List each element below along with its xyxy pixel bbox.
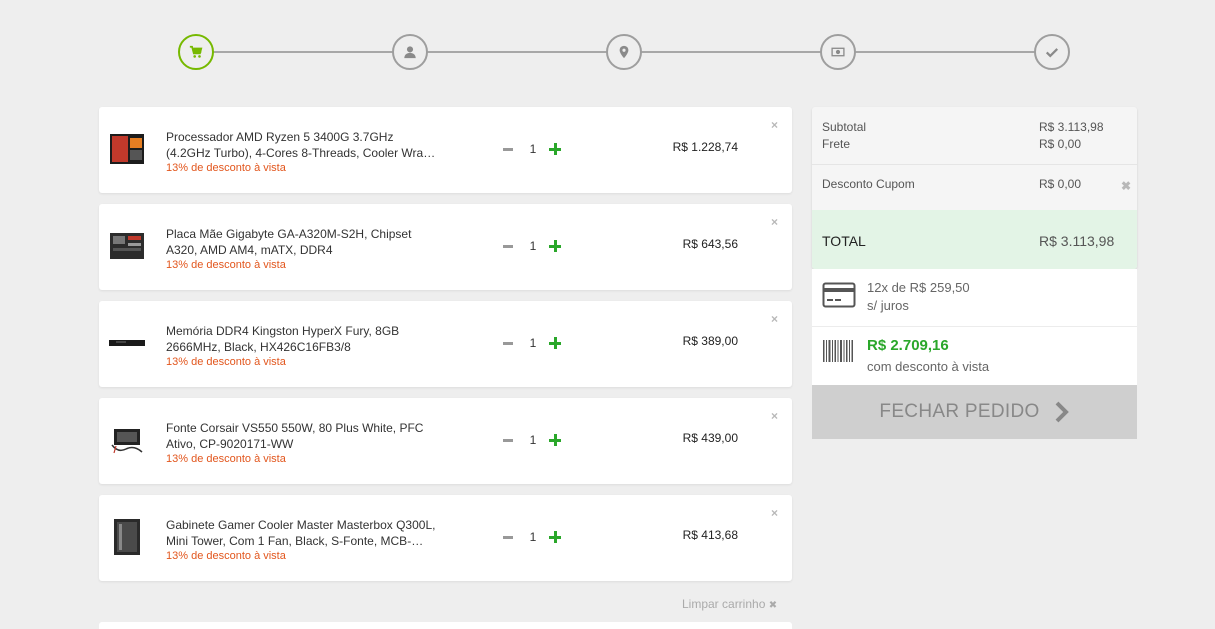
cart-icon [189,45,203,58]
quantity-stepper: 1 [503,139,563,159]
clear-cart-link[interactable]: Limpar carrinho ✖ [682,597,777,611]
remove-item-button[interactable]: × [771,506,778,520]
summary-coupon-section: Desconto Cupom R$ 0,00 ✖ [812,165,1137,210]
installments-value: 12x de R$ 259,50 [867,280,970,295]
decrease-quantity-button[interactable] [503,535,513,539]
item-price: R$ 439,00 [682,431,738,445]
increase-quantity-button[interactable] [549,240,561,252]
cart-item: Memória DDR4 Kingston HyperX Fury, 8GB 2… [99,301,792,387]
cart-list: Processador AMD Ryzen 5 3400G 3.7GHz (4.… [99,107,792,592]
check-icon [1045,48,1059,58]
money-icon [831,47,845,57]
increase-quantity-button[interactable] [549,434,561,446]
remove-item-button[interactable]: × [771,409,778,423]
product-image[interactable] [108,518,146,556]
quantity-stepper: 1 [503,333,563,353]
cart-item: Processador AMD Ryzen 5 3400G 3.7GHz (4.… [99,107,792,193]
cart-item: Gabinete Gamer Cooler Master Masterbox Q… [99,495,792,581]
decrease-quantity-button[interactable] [503,147,513,151]
decrease-quantity-button[interactable] [503,438,513,442]
total-label: TOTAL [822,233,866,249]
increase-quantity-button[interactable] [549,531,561,543]
product-image[interactable] [108,421,146,459]
discount-label: 13% de desconto à vista [166,453,286,465]
product-name[interactable]: Processador AMD Ryzen 5 3400G 3.7GHz (4.… [166,129,436,161]
chevron-right-icon [1055,401,1069,423]
checkout-label: FECHAR PEDIDO [879,401,1040,422]
increase-quantity-button[interactable] [549,337,561,349]
quantity-stepper: 1 [503,236,563,256]
shipping-label: Frete [822,137,851,151]
decrease-quantity-button[interactable] [503,341,513,345]
barcode-icon [823,340,853,362]
remove-coupon-button[interactable]: ✖ [1121,179,1131,193]
close-icon: ✖ [768,600,778,611]
item-price: R$ 389,00 [682,334,738,348]
cash-option: R$ 2.709,16 com desconto à vista [812,327,1137,385]
checkout-button[interactable]: FECHAR PEDIDO [812,385,1137,439]
coupon-box [99,622,792,629]
remove-item-button[interactable]: × [771,215,778,229]
product-info: Placa Mãe Gigabyte GA-A320M-S2H, Chipset… [166,226,436,272]
remove-item-button[interactable]: × [771,118,778,132]
coupon-value: R$ 0,00 [1039,177,1082,191]
quantity-value: 1 [529,433,537,447]
cash-price: R$ 2.709,16 [867,337,949,354]
user-icon [404,46,416,59]
clear-cart-label: Limpar carrinho [682,597,766,611]
summary-total-section: TOTAL R$ 3.113,98 [812,210,1137,269]
product-image[interactable] [108,227,146,265]
checkout-stepper [178,34,1070,70]
step-payment[interactable] [820,34,856,70]
quantity-value: 1 [529,336,537,350]
location-pin-icon [619,45,629,59]
increase-quantity-button[interactable] [549,143,561,155]
installments-option: 12x de R$ 259,50 s/ juros [812,269,1137,327]
installments-note: s/ juros [867,298,909,313]
cash-note: com desconto à vista [867,359,990,374]
cart-item: Placa Mãe Gigabyte GA-A320M-S2H, Chipset… [99,204,792,290]
total-value: R$ 3.113,98 [1039,233,1115,249]
item-price: R$ 413,68 [682,528,738,542]
item-price: R$ 1.228,74 [672,140,738,154]
discount-label: 13% de desconto à vista [166,550,286,562]
decrease-quantity-button[interactable] [503,244,513,248]
product-info: Gabinete Gamer Cooler Master Masterbox Q… [166,517,436,563]
step-confirm[interactable] [1034,34,1070,70]
cart-item: Fonte Corsair VS550 550W, 80 Plus White,… [99,398,792,484]
summary-subtotal-section: Subtotal R$ 3.113,98 Frete R$ 0,00 [812,107,1137,165]
subtotal-value: R$ 3.113,98 [1039,120,1104,134]
quantity-value: 1 [529,142,537,156]
item-price: R$ 643,56 [682,237,738,251]
step-address[interactable] [606,34,642,70]
subtotal-label: Subtotal [822,120,867,134]
quantity-stepper: 1 [503,527,563,547]
product-info: Processador AMD Ryzen 5 3400G 3.7GHz (4.… [166,129,436,175]
product-name[interactable]: Placa Mãe Gigabyte GA-A320M-S2H, Chipset… [166,226,436,258]
product-name[interactable]: Gabinete Gamer Cooler Master Masterbox Q… [166,517,436,549]
step-user[interactable] [392,34,428,70]
remove-item-button[interactable]: × [771,312,778,326]
discount-label: 13% de desconto à vista [166,162,286,174]
product-name[interactable]: Memória DDR4 Kingston HyperX Fury, 8GB 2… [166,323,436,355]
discount-label: 13% de desconto à vista [166,259,286,271]
product-image[interactable] [108,130,146,168]
product-info: Fonte Corsair VS550 550W, 80 Plus White,… [166,420,436,466]
discount-label: 13% de desconto à vista [166,356,286,368]
quantity-value: 1 [529,530,537,544]
product-name[interactable]: Fonte Corsair VS550 550W, 80 Plus White,… [166,420,436,452]
shipping-value: R$ 0,00 [1039,137,1082,151]
coupon-label: Desconto Cupom [822,177,915,191]
quantity-stepper: 1 [503,430,563,450]
step-cart[interactable] [178,34,214,70]
credit-card-icon [822,282,856,308]
order-summary: Subtotal R$ 3.113,98 Frete R$ 0,00 Desco… [812,107,1137,269]
product-info: Memória DDR4 Kingston HyperX Fury, 8GB 2… [166,323,436,369]
payment-options: 12x de R$ 259,50 s/ juros R$ 2.709,16 co… [812,269,1137,385]
product-image[interactable] [108,324,146,362]
quantity-value: 1 [529,239,537,253]
